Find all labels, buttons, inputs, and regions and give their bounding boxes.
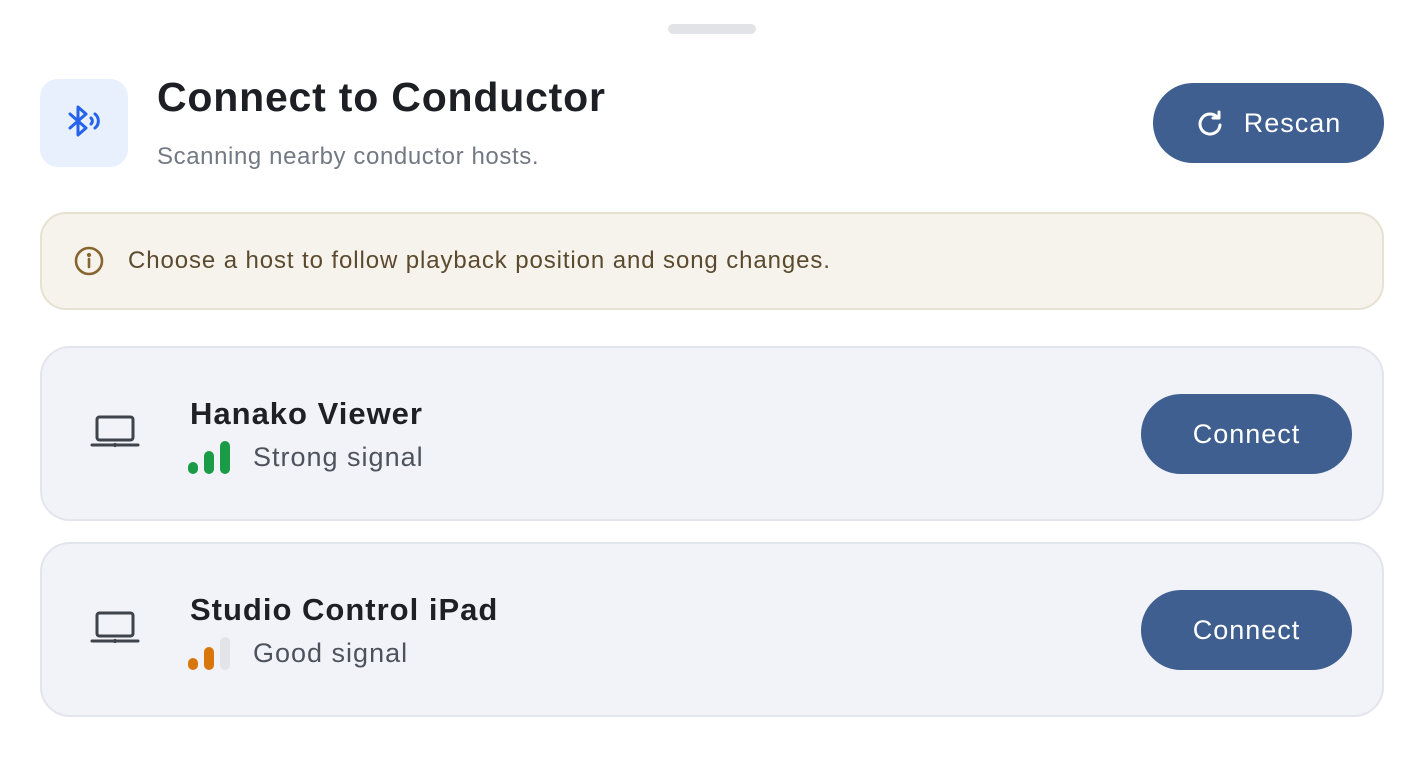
connect-button[interactable]: Connect xyxy=(1141,590,1352,670)
signal-strength-icon xyxy=(188,440,234,474)
info-banner: Choose a host to follow playback positio… xyxy=(40,212,1384,310)
signal-bar-1 xyxy=(188,462,198,474)
connect-button[interactable]: Connect xyxy=(1141,394,1352,474)
signal-bar-1 xyxy=(188,658,198,670)
sheet-grabber[interactable] xyxy=(668,24,756,34)
signal-label: Strong signal xyxy=(253,442,424,472)
rescan-label: Rescan xyxy=(1243,107,1342,138)
connect-sheet: Connect to Conductor Scanning nearby con… xyxy=(0,0,1424,778)
bluetooth-searching-icon xyxy=(64,101,104,146)
refresh-icon xyxy=(1196,109,1224,137)
bluetooth-icon-tile xyxy=(40,79,128,167)
host-name: Hanako Viewer xyxy=(190,396,423,431)
laptop-icon xyxy=(82,395,148,469)
page-title: Connect to Conductor xyxy=(157,74,606,120)
info-icon xyxy=(73,245,105,277)
signal-bar-2 xyxy=(204,451,214,474)
signal-bar-3 xyxy=(220,441,230,474)
scan-status-subtitle: Scanning nearby conductor hosts. xyxy=(157,143,540,170)
host-name: Studio Control iPad xyxy=(190,592,499,627)
signal-bar-3 xyxy=(220,637,230,670)
info-banner-text: Choose a host to follow playback positio… xyxy=(128,247,831,274)
host-card-hanako-viewer: Hanako Viewer Strong signal Connect xyxy=(40,346,1384,521)
signal-strength-icon xyxy=(188,636,234,670)
signal-label: Good signal xyxy=(253,638,409,668)
host-card-studio-control-ipad: Studio Control iPad Good signal Connect xyxy=(40,542,1384,717)
laptop-icon xyxy=(82,591,148,665)
signal-bar-2 xyxy=(204,647,214,670)
rescan-button[interactable]: Rescan xyxy=(1153,83,1384,163)
